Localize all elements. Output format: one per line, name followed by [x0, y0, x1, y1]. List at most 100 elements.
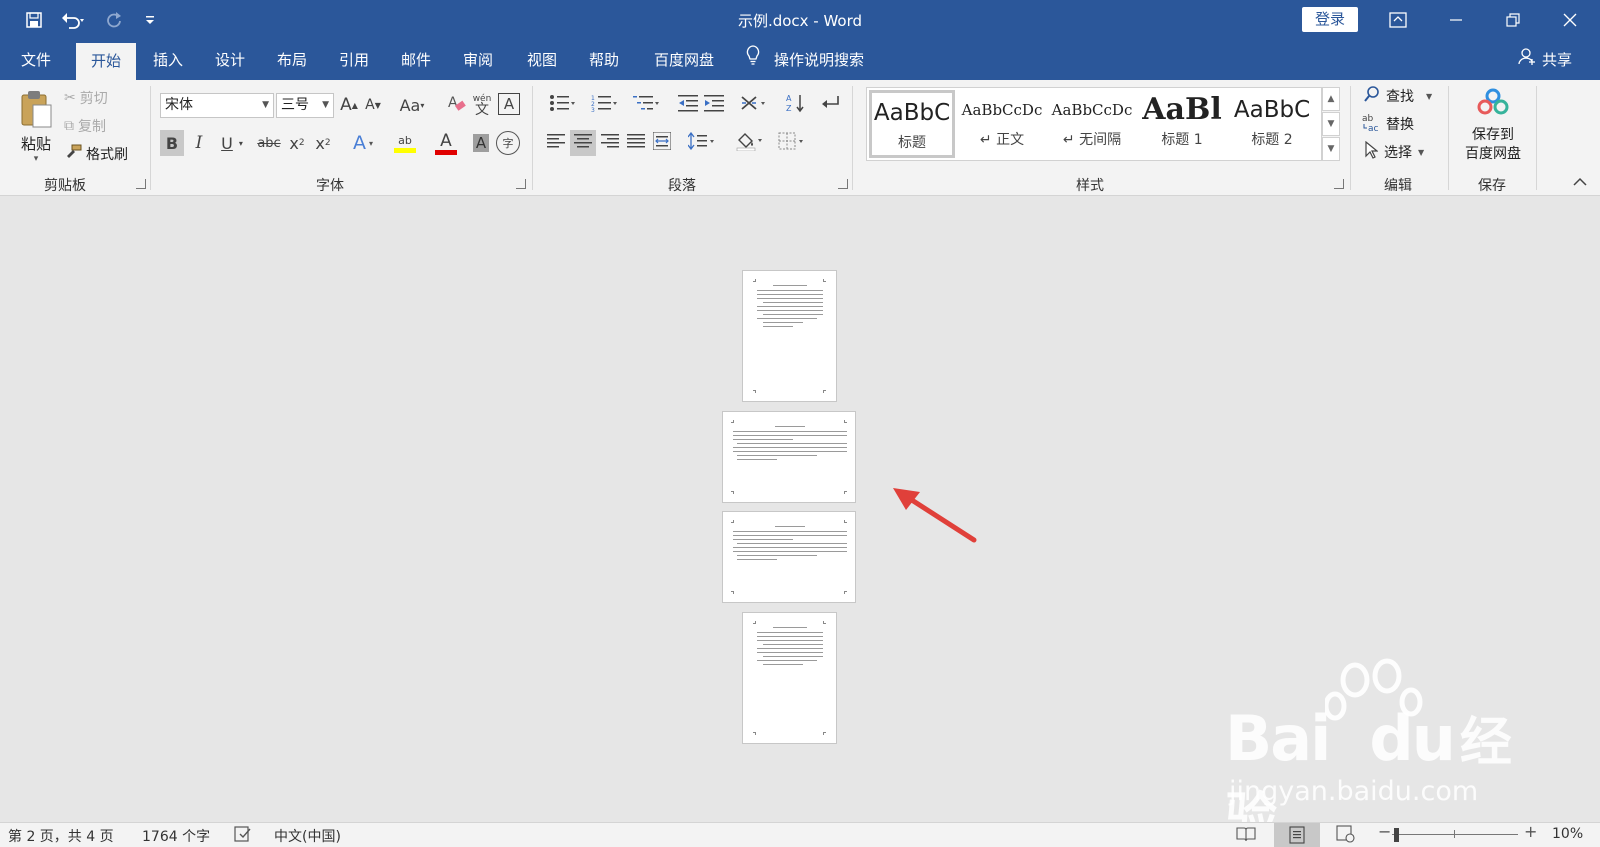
bullets-button[interactable]: [544, 92, 580, 118]
find-button[interactable]: 查找 ▼: [1364, 84, 1432, 108]
format-painter-button[interactable]: 格式刷: [64, 142, 128, 166]
tab-help[interactable]: 帮助: [574, 40, 634, 80]
subscript-button[interactable]: x2: [286, 130, 308, 156]
read-mode-icon[interactable]: [1236, 825, 1256, 847]
zoom-slider[interactable]: [1392, 834, 1518, 835]
clear-formatting-button[interactable]: A: [444, 93, 468, 117]
login-button[interactable]: 登录: [1302, 7, 1358, 32]
zoom-out-icon[interactable]: −: [1378, 822, 1391, 841]
font-group-label: 字体: [316, 178, 344, 194]
tab-baidu-netdisk[interactable]: 百度网盘: [648, 40, 720, 80]
line-spacing-button[interactable]: [684, 130, 720, 156]
web-layout-icon[interactable]: [1336, 825, 1356, 847]
ribbon-display-icon[interactable]: [1370, 0, 1426, 40]
styles-more-icon[interactable]: ▼: [1322, 137, 1340, 161]
print-layout-icon[interactable]: [1274, 823, 1320, 847]
styles-scroll-up-icon[interactable]: ▲: [1322, 87, 1340, 111]
minimize-icon[interactable]: [1428, 0, 1484, 40]
style-normal[interactable]: AaBbCcDc ↵ 正文: [959, 90, 1045, 158]
style-heading-1[interactable]: AaBl 标题 1: [1139, 90, 1225, 158]
show-marks-button[interactable]: [818, 92, 842, 118]
paste-button[interactable]: 粘贴 ▾: [14, 86, 58, 166]
tab-review[interactable]: 审阅: [448, 40, 508, 80]
font-name-box[interactable]: 宋体 ▼: [160, 93, 274, 118]
character-shading-icon: A: [472, 134, 490, 152]
character-border-button[interactable]: A: [498, 93, 520, 115]
bold-button[interactable]: B: [160, 130, 184, 156]
proofing-icon[interactable]: [234, 825, 252, 847]
tab-mailings[interactable]: 邮件: [386, 40, 446, 80]
save-icon[interactable]: [20, 6, 48, 34]
align-center-icon: [574, 133, 592, 153]
text-effects-button[interactable]: A ▾: [346, 130, 380, 156]
justify-button[interactable]: [624, 130, 648, 156]
tell-me-search[interactable]: 操作说明搜索: [746, 40, 864, 80]
document-area[interactable]: Bai du 经验 jingyan.baidu.com: [0, 196, 1600, 847]
tab-view[interactable]: 视图: [512, 40, 572, 80]
save-to-netdisk-button[interactable]: 保存到 百度网盘: [1456, 86, 1530, 166]
page-count-status[interactable]: 第 2 页，共 4 页: [8, 826, 114, 846]
word-count-status[interactable]: 1764 个字: [142, 826, 210, 846]
tab-insert[interactable]: 插入: [138, 40, 198, 80]
close-icon[interactable]: [1542, 0, 1598, 40]
page-thumbnail-1[interactable]: [742, 270, 837, 402]
tab-file[interactable]: 文件: [6, 40, 66, 80]
enclose-characters-button[interactable]: 字: [496, 131, 520, 155]
align-left-button[interactable]: [544, 130, 568, 156]
numbering-button[interactable]: 123: [586, 92, 622, 118]
sort-button[interactable]: AZ: [784, 92, 808, 118]
style-heading-2[interactable]: AaBbC 标题 2: [1229, 90, 1315, 158]
paragraph-launcher-icon[interactable]: [838, 179, 848, 189]
decrease-indent-button[interactable]: [676, 92, 700, 118]
shading-button[interactable]: [732, 130, 768, 156]
restore-icon[interactable]: [1485, 0, 1541, 40]
multilevel-list-button[interactable]: [628, 92, 664, 118]
strikethrough-button[interactable]: abc: [256, 130, 282, 156]
tab-layout[interactable]: 布局: [262, 40, 322, 80]
align-right-button[interactable]: [598, 130, 622, 156]
replace-button[interactable]: ab ac 替换: [1362, 112, 1414, 136]
highlight-button[interactable]: ab: [386, 128, 424, 158]
tab-design[interactable]: 设计: [200, 40, 260, 80]
zoom-in-icon[interactable]: +: [1524, 822, 1537, 841]
superscript-button[interactable]: x2: [312, 130, 334, 156]
borders-button[interactable]: [774, 130, 810, 156]
phonetic-guide-button[interactable]: wén 文: [470, 91, 494, 119]
styles-launcher-icon[interactable]: [1334, 179, 1344, 189]
undo-icon[interactable]: [56, 6, 92, 34]
change-case-button[interactable]: Aa ▾: [394, 93, 430, 117]
shrink-font-button[interactable]: A ▼: [362, 93, 384, 117]
distributed-button[interactable]: [650, 130, 674, 156]
page-thumbnail-3[interactable]: [722, 511, 856, 603]
chinese-layout-button[interactable]: [736, 92, 772, 118]
underline-button[interactable]: U ▾: [214, 130, 250, 156]
collapse-ribbon-icon[interactable]: [1570, 174, 1590, 190]
italic-button[interactable]: I: [188, 130, 210, 156]
select-button[interactable]: 选择 ▼: [1364, 140, 1424, 164]
tab-home[interactable]: 开始: [76, 43, 136, 80]
page-thumbnail-2[interactable]: [722, 411, 856, 503]
font-color-button[interactable]: A: [428, 128, 464, 158]
cut-button[interactable]: ✂ 剪切: [64, 86, 108, 110]
styles-scroll-down-icon[interactable]: ▼: [1322, 112, 1340, 136]
redo-icon[interactable]: [100, 6, 128, 34]
language-status[interactable]: 中文(中国): [274, 826, 341, 846]
align-center-button[interactable]: [570, 130, 596, 156]
zoom-level[interactable]: 10%: [1552, 826, 1583, 842]
increase-indent-button[interactable]: [702, 92, 726, 118]
paste-dropdown-icon[interactable]: ▾: [34, 154, 39, 164]
character-shading-button[interactable]: A: [470, 130, 492, 156]
font-launcher-icon[interactable]: [516, 179, 526, 189]
customize-icon[interactable]: [136, 6, 164, 34]
font-size-box[interactable]: 三号 ▼: [276, 93, 334, 118]
page-thumbnail-4[interactable]: [742, 612, 837, 744]
copy-button[interactable]: ⧉ 复制: [64, 114, 106, 138]
style-no-spacing[interactable]: AaBbCcDc ↵ 无间隔: [1049, 90, 1135, 158]
clipboard-launcher-icon[interactable]: [136, 179, 146, 189]
tab-references[interactable]: 引用: [324, 40, 384, 80]
style-title[interactable]: AaBbC 标题: [869, 90, 955, 158]
zoom-slider-thumb[interactable]: [1394, 828, 1399, 842]
share-button[interactable]: 共享: [1518, 40, 1572, 80]
shrink-font-icon: A: [365, 97, 375, 113]
grow-font-button[interactable]: A ▲: [338, 93, 360, 117]
